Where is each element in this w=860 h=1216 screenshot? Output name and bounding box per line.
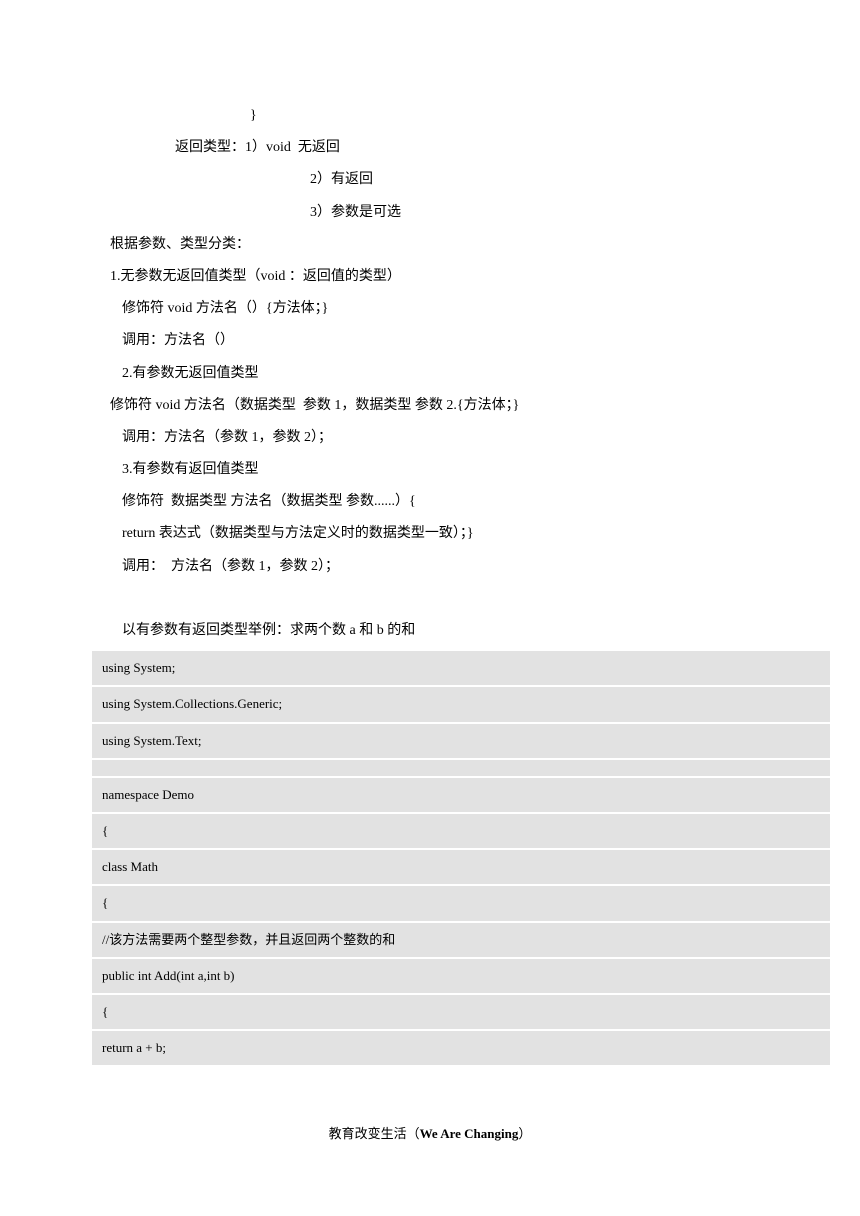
text-line: 2.有参数无返回值类型: [110, 358, 750, 390]
code-line: return a + b;: [92, 1031, 830, 1065]
code-line: using System.Text;: [92, 724, 830, 760]
code-line: //该方法需要两个整型参数，并且返回两个整数的和: [92, 923, 830, 959]
footer-prefix: 教育改变生活（: [329, 1126, 420, 1141]
code-line: class Math: [92, 850, 830, 886]
body-text: } 返回类型：1）void 无返回 2）有返回 3）参数是可选 根据参数、类型分…: [110, 100, 750, 647]
text-line: 3.有参数有返回值类型: [110, 454, 750, 486]
code-line: namespace Demo: [92, 778, 830, 814]
code-line: {: [92, 814, 830, 850]
code-line: using System;: [92, 651, 830, 687]
document-page: } 返回类型：1）void 无返回 2）有返回 3）参数是可选 根据参数、类型分…: [0, 0, 860, 1105]
text-line: 修饰符 void 方法名（）{方法体；}: [110, 293, 750, 325]
text-line: 调用： 方法名（参数 1，参数 2）；: [110, 551, 750, 583]
footer-suffix: ）: [518, 1126, 531, 1141]
text-line: }: [110, 100, 750, 132]
text-line: 2）有返回: [110, 164, 750, 196]
text-line: 根据参数、类型分类：: [110, 229, 750, 261]
code-block: using System; using System.Collections.G…: [92, 651, 830, 1065]
code-line: {: [92, 886, 830, 922]
page-footer: 教育改变生活（We Are Changing）: [0, 1105, 860, 1172]
text-line: 调用：方法名（参数 1，参数 2）；: [110, 422, 750, 454]
code-line: using System.Collections.Generic;: [92, 687, 830, 723]
text-line: 3）参数是可选: [110, 197, 750, 229]
text-line: 修饰符 数据类型 方法名（数据类型 参数......）{: [110, 486, 750, 518]
text-line: 以有参数有返回类型举例：求两个数 a 和 b 的和: [110, 615, 750, 647]
code-line: public int Add(int a,int b): [92, 959, 830, 995]
text-line: return 表达式（数据类型与方法定义时的数据类型一致）；}: [110, 518, 750, 550]
text-line: 修饰符 void 方法名（数据类型 参数 1，数据类型 参数 2.{方法体；}: [110, 390, 750, 422]
text-line: 调用：方法名（）: [110, 325, 750, 357]
text-line: 1.无参数无返回值类型（void ：返回值的类型）: [110, 261, 750, 293]
footer-bold: We Are Changing: [420, 1126, 519, 1141]
code-line: [92, 760, 830, 778]
text-line: 返回类型：1）void 无返回: [110, 132, 750, 164]
code-line: {: [92, 995, 830, 1031]
text-line: [110, 583, 750, 615]
